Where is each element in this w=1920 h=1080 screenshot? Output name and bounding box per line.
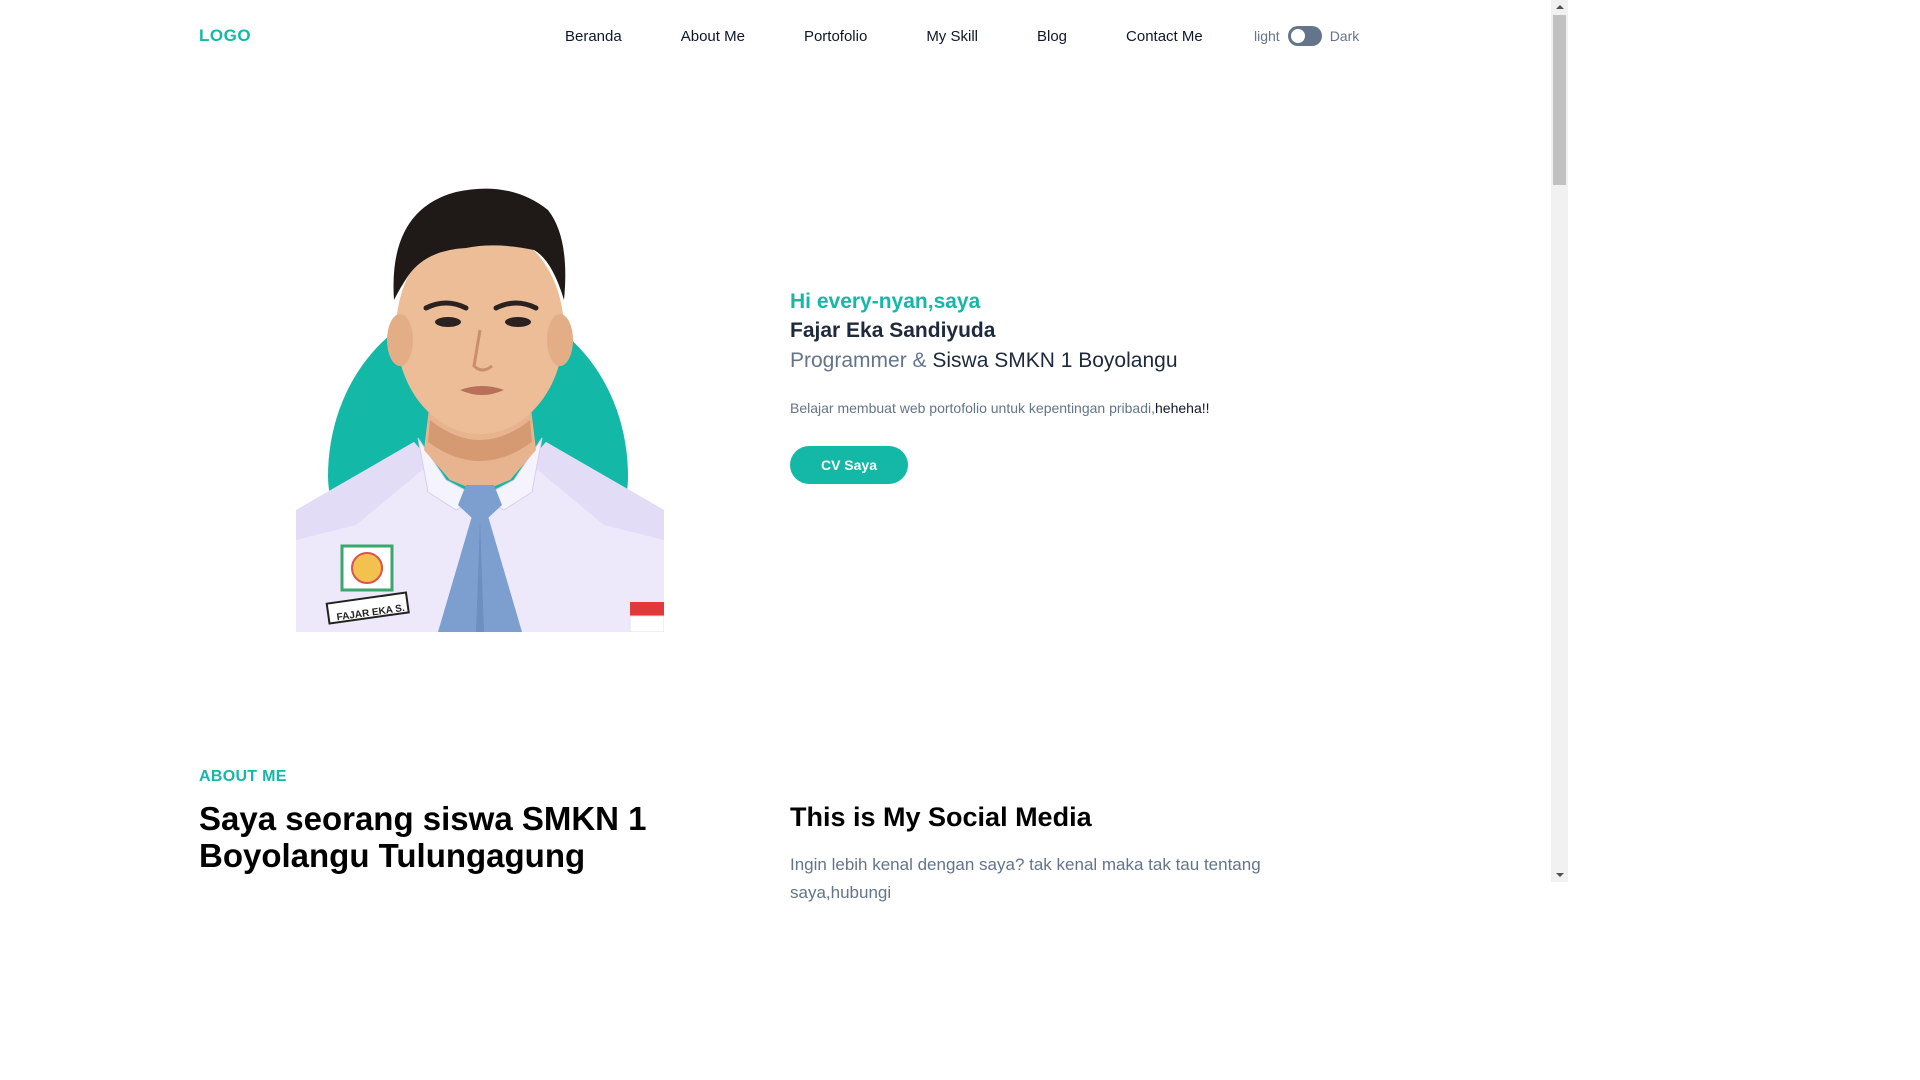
description-accent: heheha!!	[1155, 400, 1210, 416]
description-text: Belajar membuat web portofolio untuk kep…	[790, 400, 1156, 416]
dark-label: Dark	[1329, 28, 1360, 44]
light-label: light	[1254, 28, 1280, 44]
nav-link-beranda[interactable]: Beranda	[565, 28, 622, 45]
profile-photo: FAJAR EKA S.	[296, 180, 664, 632]
hero-intro: Hi every-nyan,saya Fajar Eka Sandiyuda P…	[790, 288, 1350, 484]
about-label: ABOUT ME	[199, 768, 287, 785]
nav-link-my-skill[interactable]: My Skill	[926, 28, 978, 45]
nav-links: Beranda About Me Portofolio My Skill Blo…	[565, 28, 1203, 45]
social-heading: This is My Social Media	[790, 802, 1092, 832]
hero-description: Belajar membuat web portofolio untuk kep…	[790, 398, 1350, 418]
hero-name: Fajar Eka Sandiyuda	[790, 319, 996, 342]
logo[interactable]: LOGO	[199, 26, 251, 46]
about-heading: Saya seorang siswa SMKN 1 Boyolangu Tulu…	[199, 800, 647, 874]
nav-link-about-me[interactable]: About Me	[681, 28, 745, 45]
social-text: Ingin lebih kenal dengan saya? tak kenal…	[790, 855, 1261, 902]
scroll-thumb[interactable]	[1553, 15, 1566, 185]
dark-mode-switch: light Dark	[1254, 26, 1359, 46]
dark-mode-toggle[interactable]	[1287, 26, 1322, 46]
nav-link-portofolio[interactable]: Portofolio	[804, 28, 867, 45]
toggle-knob	[1290, 29, 1305, 43]
student-portrait: FAJAR EKA S.	[296, 188, 664, 632]
hero-greeting: Hi every-nyan,saya	[790, 290, 981, 313]
scroll-down-arrow-icon[interactable]	[1551, 868, 1568, 882]
cv-button[interactable]: CV Saya	[790, 446, 908, 484]
role-prefix: Programmer &	[790, 349, 933, 372]
page-scrollbar[interactable]	[1551, 0, 1568, 882]
nav-link-blog[interactable]: Blog	[1037, 28, 1067, 45]
navbar: LOGO Beranda About Me Portofolio My Skil…	[0, 0, 1551, 72]
hero-role: Programmer & Siswa SMKN 1 Boyolangu	[790, 346, 1350, 376]
scroll-up-arrow-icon[interactable]	[1551, 0, 1568, 14]
role-school: Siswa SMKN 1 Boyolangu	[932, 349, 1178, 372]
nav-link-contact-me[interactable]: Contact Me	[1126, 28, 1203, 45]
